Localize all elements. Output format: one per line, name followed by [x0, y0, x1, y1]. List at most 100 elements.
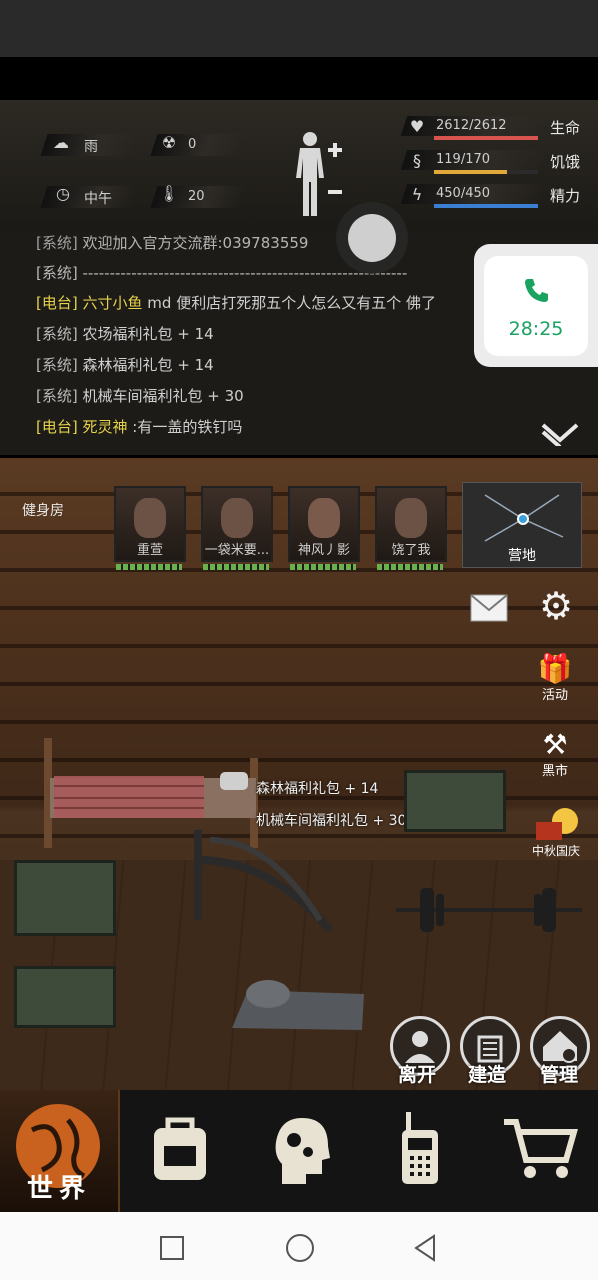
chat-text: 农场福利礼包 + 14 — [82, 325, 214, 343]
backpack-icon — [154, 1117, 206, 1180]
assistive-touch-button[interactable] — [336, 202, 408, 274]
back-icon[interactable] — [412, 1234, 438, 1262]
festival-icon — [526, 806, 586, 842]
storage-chest[interactable] — [14, 966, 116, 1028]
companion-health-bar — [116, 564, 182, 570]
chat-text: md 便利店打死那五个人怎么又有五个 佛了 — [147, 294, 436, 312]
rain-cloud-icon: ☁ — [53, 133, 69, 152]
nav-world-tab[interactable]: 世界 — [0, 1090, 120, 1212]
gift-icon: 🎁 — [537, 652, 573, 685]
chat-line: [系统] 森林福利礼包 + 14 — [36, 354, 214, 375]
festival-button[interactable]: 中秋国庆 — [526, 806, 586, 859]
companion-portrait[interactable]: 重萱 — [114, 486, 186, 562]
gavel-icon: ⚒ — [542, 728, 568, 761]
nav-backpack-tab[interactable] — [120, 1090, 238, 1212]
head-gears-icon — [275, 1118, 330, 1184]
recents-icon[interactable] — [160, 1236, 184, 1260]
health-bar — [434, 136, 538, 140]
map-button[interactable]: 营地 — [462, 482, 582, 568]
chat-tag: [电台] — [36, 294, 78, 312]
stomach-icon: § — [413, 151, 421, 170]
time-of-day-value: 中午 — [84, 191, 112, 207]
nav-world-label: 世界 — [26, 1174, 91, 1204]
companion-name: 一袋米要... — [204, 543, 270, 558]
body-status-icon[interactable] — [288, 130, 348, 216]
call-timer-card: 28:25 — [484, 256, 588, 356]
chat-line: [电台] 六寸小鱼 md 便利店打死那五个人怎么又有五个 佛了 — [36, 292, 436, 313]
call-timer-widget[interactable]: 28:25 — [474, 244, 598, 367]
nav-skills-tab[interactable] — [240, 1090, 358, 1212]
energy-bar-fill — [434, 204, 538, 208]
chat-tag: [系统] — [36, 325, 78, 343]
black-market-label: 黑市 — [541, 764, 568, 779]
companion-avatar — [221, 498, 253, 538]
companion-avatar — [395, 498, 427, 538]
companion-name: 饶了我 — [391, 543, 431, 558]
festival-label: 中秋国庆 — [531, 844, 580, 858]
chat-line: [系统] 欢迎加入官方交流群:039783559 — [36, 232, 308, 253]
companion-portrait[interactable]: 一袋米要... — [201, 486, 273, 562]
chat-text: 森林福利礼包 + 14 — [82, 356, 214, 374]
stats-panel: ☁ 雨 ☢ 0 ◷ 中午 🌡 20 ♥ 2612/2612 生命 § 119/1… — [0, 100, 598, 230]
weather-value: 雨 — [84, 139, 98, 155]
map-icon — [484, 494, 564, 542]
build-label: 建造 — [468, 1064, 507, 1086]
energy-value: 450/450 — [436, 186, 491, 201]
companion-avatar — [134, 498, 166, 538]
shopping-cart-icon — [504, 1119, 578, 1178]
walkie-talkie-icon — [402, 1112, 438, 1184]
hunger-label: 饥饿 — [550, 153, 581, 171]
companion-avatar — [308, 498, 340, 538]
chat-tag: [系统] — [36, 387, 78, 405]
thermometer-icon: 🌡 — [158, 184, 180, 203]
companion-health-bar — [203, 564, 269, 570]
chat-line: [系统] 农场福利礼包 + 14 — [36, 323, 214, 344]
companion-portrait[interactable]: 神风丿影 — [288, 486, 360, 562]
storage-chest[interactable] — [14, 860, 116, 936]
chat-line: [系统] 机械车间福利礼包 + 30 — [36, 385, 244, 406]
bottom-nav: 世界 — [0, 1090, 598, 1212]
chat-text: :有一盖的铁钉吗 — [132, 418, 243, 436]
chat-sender[interactable]: 死灵神 — [83, 418, 128, 436]
health-value: 2612/2612 — [436, 118, 507, 133]
nav-radio-tab[interactable] — [360, 1090, 478, 1212]
chat-text: 欢迎加入官方交流群:039783559 — [82, 234, 309, 252]
home-icon[interactable] — [286, 1234, 314, 1262]
phone-icon — [525, 279, 548, 302]
chat-tag: [系统] — [36, 234, 78, 252]
clock-icon: ◷ — [56, 184, 70, 203]
companion-portrait[interactable]: 饶了我 — [375, 486, 447, 562]
energy-icon: ϟ — [411, 185, 423, 204]
heart-icon: ♥ — [409, 117, 425, 136]
energy-bar — [434, 204, 538, 208]
chat-line: [电台] 死灵神 :有一盖的铁钉吗 — [36, 416, 242, 437]
assistive-touch-dot — [348, 214, 396, 262]
mail-icon[interactable] — [470, 594, 508, 622]
chat-tag: [系统] — [36, 356, 78, 374]
map-label: 营地 — [508, 548, 536, 564]
companion-name: 重萱 — [136, 543, 163, 558]
room-name: 健身房 — [22, 503, 64, 519]
chevron-down-icon[interactable] — [540, 422, 580, 446]
health-label: 生命 — [550, 119, 581, 137]
storage-chest[interactable] — [404, 770, 506, 832]
radiation-value: 0 — [188, 137, 197, 152]
settings-gear-icon[interactable]: ⚙ — [536, 586, 576, 626]
chat-tag: [系统] — [36, 264, 78, 282]
event-button[interactable]: 🎁 活动 — [530, 652, 580, 704]
nav-shop-tab[interactable] — [480, 1090, 598, 1212]
yoga-mat-object[interactable] — [228, 970, 368, 1034]
hunger-bar-fill — [434, 170, 507, 174]
system-nav-bar — [0, 1212, 598, 1280]
event-label: 活动 — [541, 688, 568, 703]
radiation-icon: ☢ — [161, 133, 177, 152]
chat-sender[interactable]: 六寸小鱼 — [83, 294, 143, 312]
black-market-button[interactable]: ⚒ 黑市 — [530, 728, 580, 780]
companion-health-bar — [290, 564, 356, 570]
barbell-object[interactable] — [396, 880, 582, 940]
health-bar-fill — [434, 136, 538, 140]
hunger-bar — [434, 170, 538, 174]
weight-bench-object[interactable] — [190, 820, 340, 940]
chat-text: 机械车间福利礼包 + 30 — [82, 387, 244, 405]
chat-tag: [电台] — [36, 418, 78, 436]
